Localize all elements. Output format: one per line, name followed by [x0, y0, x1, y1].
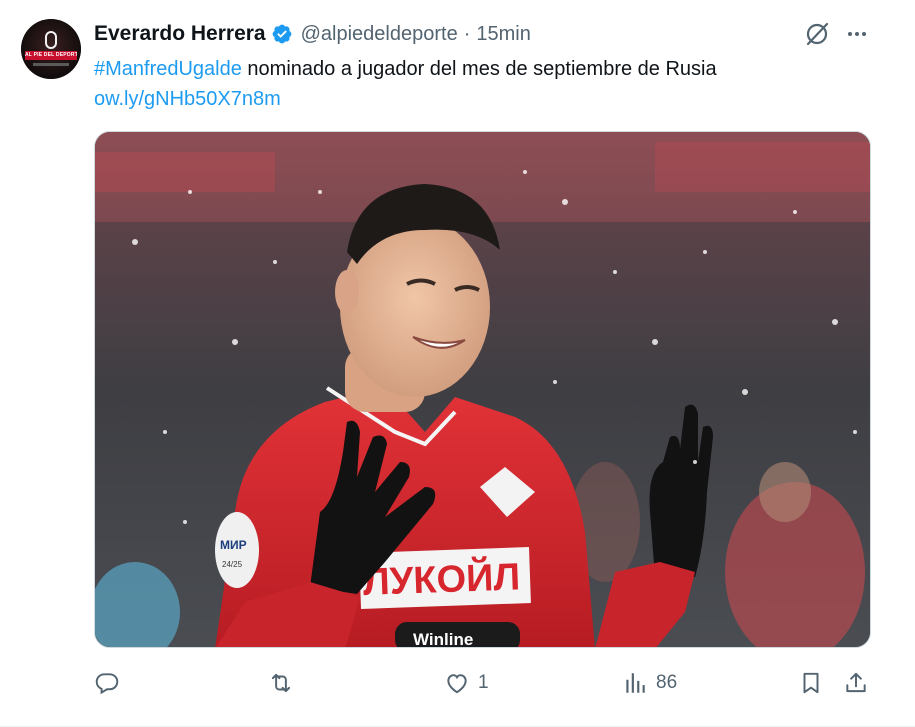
- avatar-strip: [33, 63, 69, 66]
- reply-button[interactable]: [94, 664, 128, 702]
- avatar-label: AL PIE DEL DEPORTE: [25, 52, 77, 58]
- shirt-lower-sponsor: Winline: [413, 630, 473, 648]
- separator-dot: ·: [463, 22, 471, 45]
- stands-stripe: [655, 142, 870, 192]
- snowflake: [553, 380, 557, 384]
- blurred-head-right: [759, 462, 811, 522]
- snowflake: [273, 260, 277, 264]
- snowflake: [132, 239, 138, 245]
- snowflake: [652, 339, 658, 345]
- snowflake: [523, 170, 527, 174]
- microphone-icon: [45, 31, 57, 49]
- tweet-card[interactable]: AL PIE DEL DEPORTE Everardo Herrera @alp…: [0, 0, 915, 727]
- snowflake: [853, 430, 857, 434]
- stands-stripe: [95, 152, 275, 192]
- like-icon: [447, 674, 467, 694]
- share-icon: [846, 672, 866, 693]
- like-count: 1: [478, 672, 489, 693]
- views-icon: [626, 673, 645, 693]
- shirt-sponsor-text: ЛУКОЙЛ: [362, 553, 521, 603]
- grok-icon[interactable]: [803, 20, 831, 48]
- snowflake: [742, 389, 748, 395]
- sleeve-badge-subtext: 24/25: [222, 560, 243, 569]
- more-dot: [862, 32, 866, 36]
- more-icon[interactable]: [843, 20, 871, 48]
- snowflake: [188, 190, 192, 194]
- hashtag-link[interactable]: #ManfredUgalde: [94, 58, 242, 80]
- snowflake: [163, 430, 167, 434]
- avatar-banner: AL PIE DEL DEPORTE: [25, 51, 77, 60]
- views-button[interactable]: 86: [622, 664, 677, 702]
- tweet-body-text: nominado a jugador del mes de septiembre…: [241, 58, 717, 80]
- sleeve-badge-text: МИР: [220, 538, 247, 552]
- tweet-text: #ManfredUgalde nominado a jugador del me…: [94, 54, 884, 114]
- snowflake: [832, 319, 838, 325]
- snowflake: [183, 520, 187, 524]
- url-link[interactable]: ow.ly/gNHb50X7n8m: [94, 88, 281, 110]
- repost-button[interactable]: [268, 664, 302, 702]
- snowflake: [318, 190, 322, 194]
- bookmark-button[interactable]: [798, 664, 824, 702]
- snowflake: [703, 250, 707, 254]
- snowflake: [693, 460, 697, 464]
- more-dot: [855, 32, 859, 36]
- more-dot: [848, 32, 852, 36]
- snowflake: [232, 339, 238, 345]
- snowflake: [793, 210, 797, 214]
- reply-icon: [95, 673, 119, 695]
- verified-badge-icon[interactable]: [271, 23, 293, 45]
- author-name[interactable]: Everardo Herrera: [94, 22, 266, 46]
- author-avatar[interactable]: AL PIE DEL DEPORTE: [21, 19, 81, 79]
- share-button[interactable]: [843, 664, 869, 702]
- bookmark-icon: [803, 672, 819, 694]
- snowflake: [562, 199, 568, 205]
- repost-icon: [271, 673, 291, 693]
- tweet-timestamp[interactable]: 15min: [476, 23, 530, 46]
- author-handle[interactable]: @alpiedeldeporte: [301, 23, 458, 46]
- tweet-header: Everardo Herrera @alpiedeldeporte · 15mi…: [94, 20, 531, 48]
- views-count: 86: [656, 672, 678, 693]
- photo-illustration: ЛУКОЙЛ Winline МИР 24/25: [95, 132, 870, 648]
- avatar-background: [21, 19, 81, 79]
- like-button[interactable]: 1: [444, 664, 489, 702]
- action-bar: 1 86: [94, 664, 871, 702]
- player-ear: [335, 270, 359, 314]
- tweet-photo[interactable]: ЛУКОЙЛ Winline МИР 24/25: [94, 131, 871, 648]
- snowflake: [613, 270, 617, 274]
